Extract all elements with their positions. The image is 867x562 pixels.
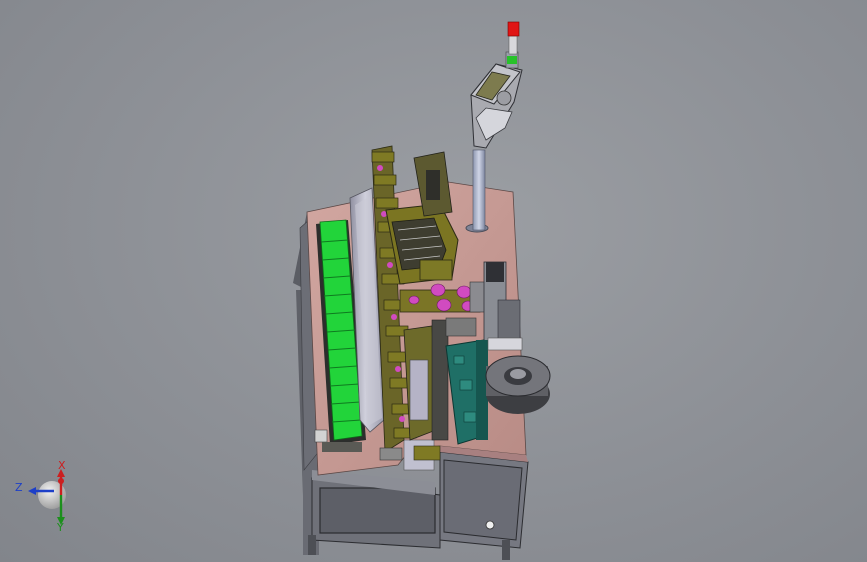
material-reel [485,337,551,414]
triad-y-label: Y [57,521,64,534]
orientation-triad[interactable] [10,455,90,535]
tower-light-red [507,21,520,37]
door-lock [485,520,495,530]
triad-z-arrow-icon [28,487,36,495]
tower-light-green [507,56,517,64]
machine-model[interactable] [0,0,867,562]
triad-z-label: Z [15,481,23,494]
cad-viewport[interactable]: X Y Z [0,0,867,562]
triad-x-label: X [58,459,66,472]
